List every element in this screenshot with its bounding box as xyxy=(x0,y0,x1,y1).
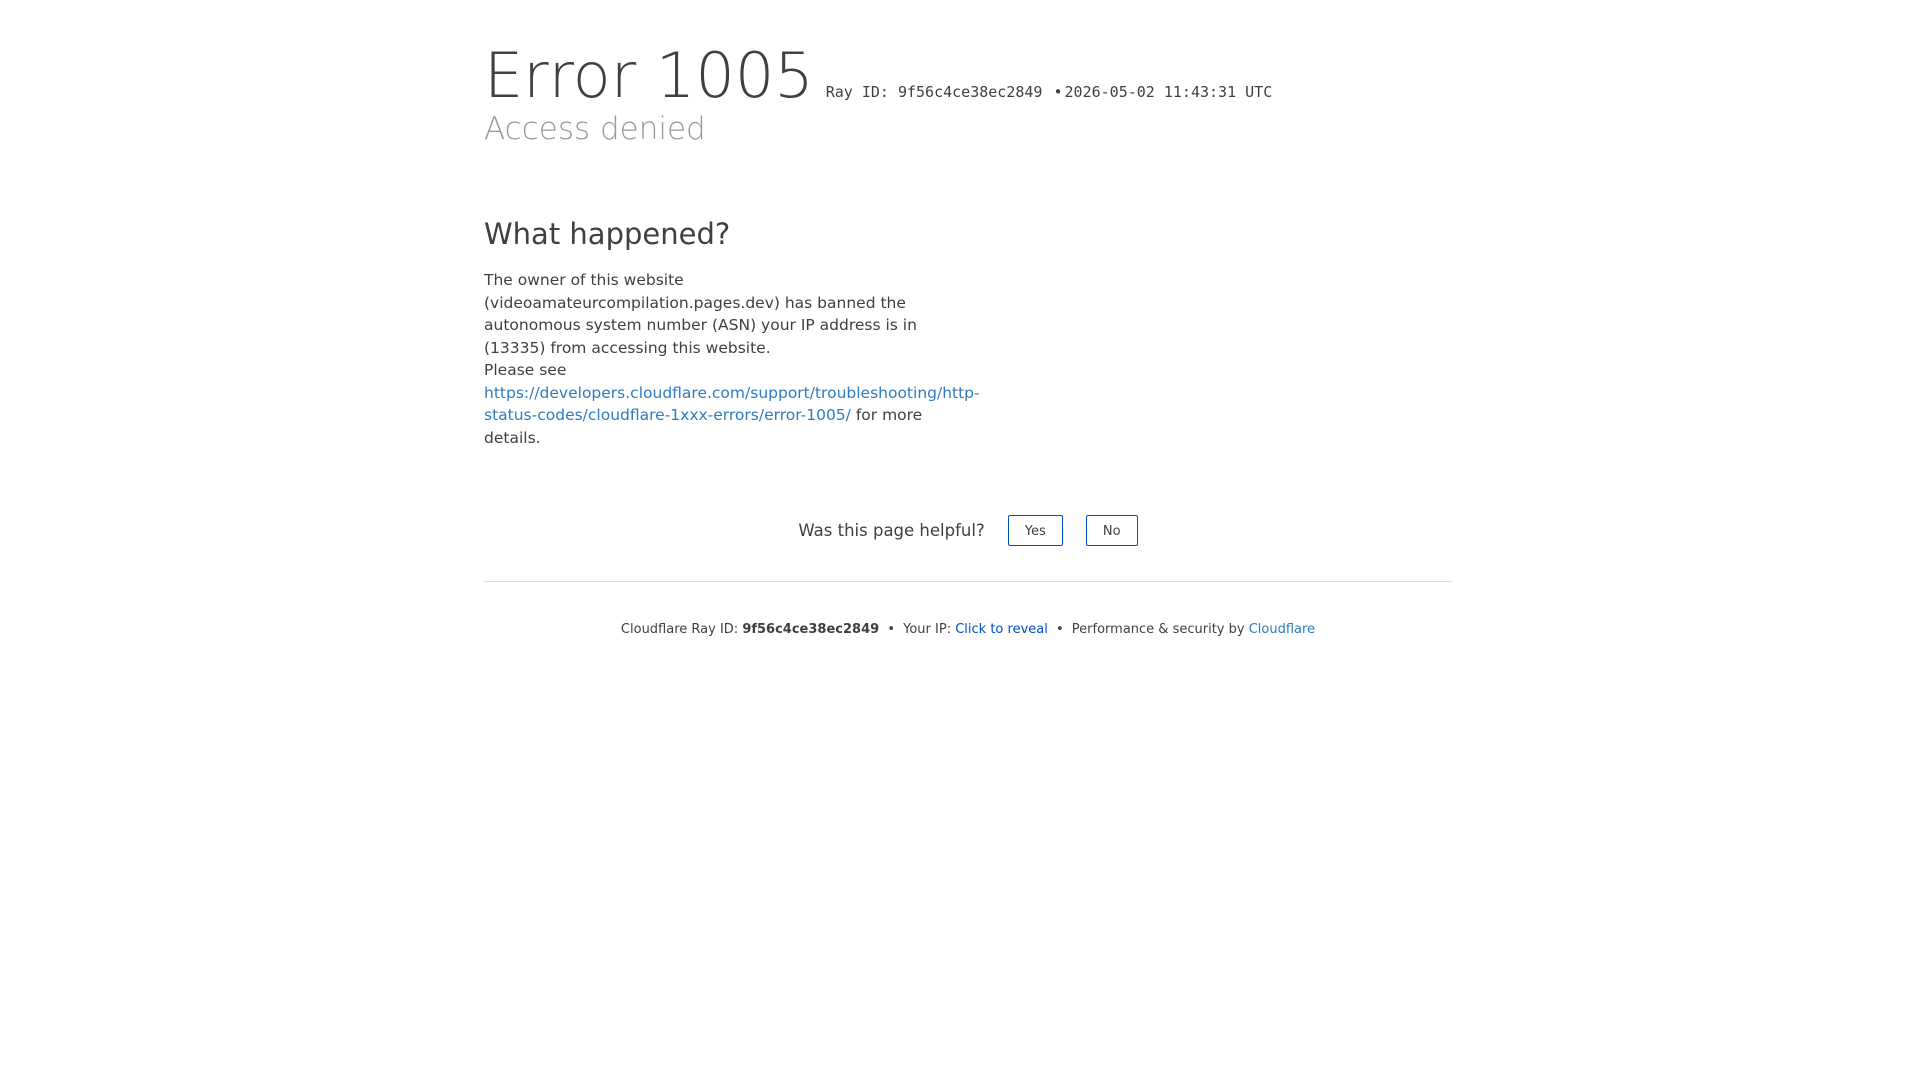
please-see-text: Please see xyxy=(484,361,567,379)
error-timestamp: 2026-05-02 11:43:31 UTC xyxy=(1064,83,1273,101)
footer-ray-id: 9f56c4ce38ec2849 xyxy=(742,622,880,637)
feedback-no-button[interactable]: No xyxy=(1085,515,1138,546)
error-header: Error 1005 Ray ID: 9f56c4ce38ec2849 • 2026… xyxy=(484,0,1452,155)
what-happened-heading: What happened? xyxy=(484,217,731,251)
footer-ip-prefix: Your IP: xyxy=(903,622,952,637)
feedback-yes-button[interactable]: Yes xyxy=(1007,515,1063,546)
description-paragraph: The owner of this website (videoamateurc… xyxy=(484,271,917,357)
reveal-ip-button[interactable]: Click to reveal xyxy=(955,622,1048,637)
footer-separator: • xyxy=(1055,622,1064,637)
error-description: The owner of this website (videoamateurc… xyxy=(484,269,980,449)
error-title: Error 1005 xyxy=(484,39,814,112)
footer-ray-prefix: Cloudflare Ray ID: xyxy=(620,622,739,637)
content-container: Error 1005 Ray ID: 9f56c4ce38ec2849 • 2026… xyxy=(484,0,1452,637)
footer: Cloudflare Ray ID: 9f56c4ce38ec2849 • Yo… xyxy=(484,622,1452,637)
feedback-question: Was this page helpful? xyxy=(798,521,985,540)
error-meta: Ray ID: 9f56c4ce38ec2849 • 2026-05-02 11:… xyxy=(826,83,1273,101)
ray-id-label: Ray ID: 9f56c4ce38ec2849 xyxy=(825,83,1043,101)
error-subtitle: Access denied xyxy=(484,111,706,147)
feedback-section: Was this page helpful? Yes No xyxy=(484,515,1452,546)
reference-paragraph: Please see https://developers.cloudflare… xyxy=(484,359,980,449)
cloudflare-link[interactable]: Cloudflare xyxy=(1249,622,1315,637)
error-page: Error 1005 Ray ID: 9f56c4ce38ec2849 • 2026… xyxy=(0,0,1920,1080)
footer-divider xyxy=(484,581,1452,582)
meta-separator: • xyxy=(1053,83,1063,101)
footer-perf-prefix: Performance & security by xyxy=(1071,622,1245,637)
footer-separator: • xyxy=(887,622,895,637)
